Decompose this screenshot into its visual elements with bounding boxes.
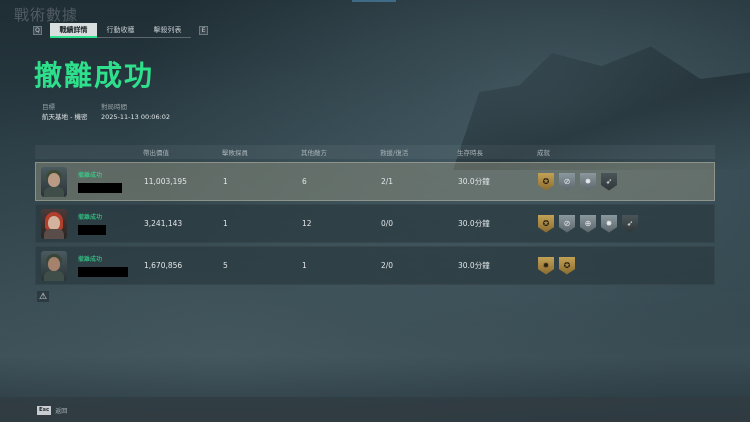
table-header: 帶出價值 擊敗探員 其他敵方 救援/復活 生存時長 成就 — [35, 145, 715, 159]
kills-cell: 5 — [223, 261, 228, 270]
target-value: 航天基地 - 機密 — [42, 113, 88, 121]
target-label: 目標 — [42, 103, 55, 111]
player-info: 撤離成功 — [78, 212, 106, 235]
achievements-cell: ✹ ✪ — [538, 256, 714, 275]
tab-bar: Q 戰績詳情 行動收穫 擊殺列表 E — [33, 22, 208, 38]
helmet-avatar — [41, 250, 67, 281]
extract-status: 撤離成功 — [78, 172, 103, 179]
rescue-cell: 2/0 — [381, 261, 394, 270]
player-cell: 撤離成功 — [36, 166, 144, 197]
redacted-name — [78, 183, 122, 193]
value-cell: 1,670,856 — [144, 261, 183, 270]
star-burst-icon[interactable]: ✸ — [580, 172, 596, 191]
soldier-avatar — [41, 166, 67, 197]
tab-list: 戰績詳情 行動收穫 擊殺列表 — [50, 22, 191, 38]
warning-icon[interactable]: ⚠ — [37, 291, 49, 302]
player-cell: 撤離成功 — [36, 208, 144, 239]
header-time: 生存時長 — [457, 149, 483, 157]
header-achievements: 成就 — [537, 149, 550, 157]
time-info: 對局時間 2025-11-13 00:06:02 — [101, 102, 170, 122]
top-indicator — [352, 0, 396, 2]
target-info: 目標 航天基地 - 機密 — [42, 102, 87, 122]
gold-medal-icon[interactable]: ✪ — [538, 214, 554, 233]
prev-tab-key[interactable]: Q — [33, 25, 42, 35]
rifle-icon[interactable]: ➶ — [601, 172, 617, 191]
header-other: 其他敵方 — [301, 149, 327, 157]
crossed-circle-icon[interactable]: ⊘ — [559, 172, 575, 191]
time-label: 對局時間 — [101, 103, 127, 111]
redacted-name — [78, 225, 106, 235]
rescue-cell: 2/1 — [381, 177, 394, 186]
table-row[interactable]: 撤離成功 3,241,143 1 12 0/0 30.0分鐘 ✪ ⊘ ⊕ ✸ ➶ — [35, 204, 715, 243]
back-label: 返回 — [55, 408, 68, 415]
time-cell: 30.0分鐘 — [458, 177, 490, 186]
header-value: 帶出價值 — [143, 149, 169, 157]
achievements-cell: ✪ ⊘ ✸ ➶ — [538, 172, 714, 191]
time-value: 2025-11-13 00:06:02 — [101, 113, 171, 121]
redhead-avatar — [41, 208, 67, 239]
crossed-circle-icon[interactable]: ⊘ — [559, 214, 575, 233]
tab-kill-list[interactable]: 擊殺列表 — [144, 23, 191, 38]
next-tab-key[interactable]: E — [199, 25, 208, 35]
header-rescue: 救援/復活 — [380, 149, 409, 157]
back-button[interactable]: Esc 返回 — [37, 406, 67, 415]
extract-status: 撤離成功 — [78, 256, 103, 263]
kills-cell: 1 — [223, 219, 228, 228]
gold-medal-icon[interactable]: ✪ — [559, 256, 575, 275]
other-cell: 12 — [302, 219, 312, 228]
table-row[interactable]: 撤離成功 11,003,195 1 6 2/1 30.0分鐘 ✪ ⊘ ✸ ➶ — [35, 162, 715, 201]
results-table: 帶出價值 擊敗探員 其他敵方 救援/復活 生存時長 成就 撤離成功 11,003… — [35, 145, 715, 285]
rifle-icon[interactable]: ➶ — [622, 214, 638, 233]
esc-key: Esc — [37, 406, 52, 415]
redacted-name — [78, 267, 128, 277]
star-burst-icon[interactable]: ✸ — [601, 214, 617, 233]
player-info: 撤離成功 — [78, 170, 122, 193]
burst-medal-icon[interactable]: ✹ — [538, 256, 554, 275]
kills-cell: 1 — [223, 177, 228, 186]
value-cell: 11,003,195 — [144, 177, 187, 186]
achievements-cell: ✪ ⊘ ⊕ ✸ ➶ — [538, 214, 714, 233]
tab-match-details[interactable]: 戰績詳情 — [50, 22, 97, 38]
other-cell: 1 — [302, 261, 307, 270]
rescue-cell: 0/0 — [381, 219, 394, 228]
player-info: 撤離成功 — [78, 254, 128, 277]
result-title: 撤離成功 — [34, 59, 155, 92]
player-cell: 撤離成功 — [36, 250, 144, 281]
tab-loot[interactable]: 行動收穫 — [97, 23, 144, 38]
time-cell: 30.0分鐘 — [458, 261, 490, 270]
extract-status: 撤離成功 — [78, 214, 103, 221]
other-cell: 6 — [302, 177, 307, 186]
header-kills: 擊敗探員 — [222, 149, 248, 157]
bottom-bar — [0, 397, 750, 422]
gold-medal-icon[interactable]: ✪ — [538, 172, 554, 191]
value-cell: 3,241,143 — [144, 219, 183, 228]
time-cell: 30.0分鐘 — [458, 219, 490, 228]
crosshair-icon[interactable]: ⊕ — [580, 214, 596, 233]
table-row[interactable]: 撤離成功 1,670,856 5 1 2/0 30.0分鐘 ✹ ✪ — [35, 246, 715, 285]
